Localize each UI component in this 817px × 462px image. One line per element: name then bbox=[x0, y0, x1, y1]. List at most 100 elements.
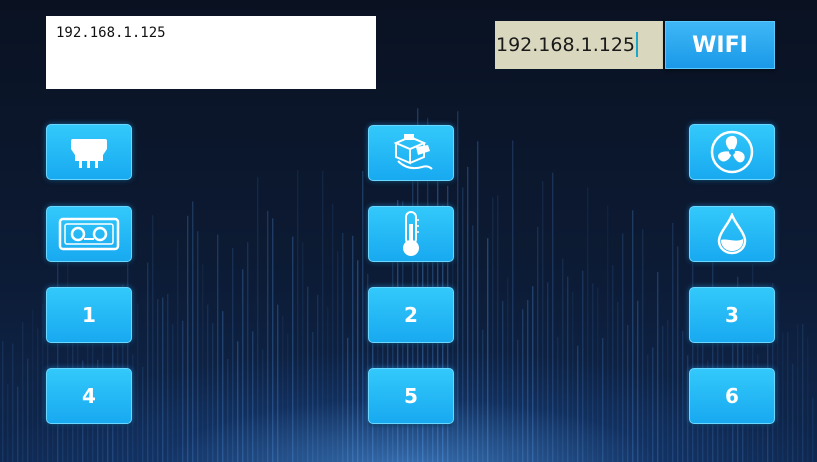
equalizer-bar bbox=[312, 331, 314, 462]
equalizer-bar bbox=[317, 294, 319, 462]
equalizer-bar bbox=[197, 231, 199, 462]
equalizer-bar bbox=[572, 291, 574, 462]
equalizer-bar bbox=[677, 246, 679, 462]
cassette-tape-icon bbox=[58, 217, 120, 251]
equalizer-bar bbox=[207, 304, 209, 462]
equalizer-bar bbox=[152, 215, 154, 462]
equalizer-bar bbox=[457, 111, 459, 462]
equalizer-bar bbox=[482, 329, 484, 462]
equalizer-bar bbox=[177, 240, 179, 462]
equalizer-bar bbox=[782, 332, 784, 462]
equalizer-bar bbox=[472, 225, 474, 462]
equalizer-bar bbox=[362, 171, 364, 462]
equalizer-bar bbox=[307, 286, 309, 462]
equalizer-bar bbox=[637, 300, 639, 462]
equalizer-bar bbox=[182, 320, 184, 462]
equalizer-bar bbox=[332, 203, 334, 462]
equalizer-bar bbox=[607, 205, 609, 462]
equalizer-bar bbox=[502, 301, 504, 462]
equalizer-bar bbox=[337, 251, 339, 462]
equalizer-bar bbox=[557, 337, 559, 462]
relay-button[interactable] bbox=[46, 124, 132, 180]
equalizer-bar bbox=[632, 210, 634, 462]
equalizer-bar bbox=[267, 210, 269, 462]
cassette-button[interactable] bbox=[46, 206, 132, 262]
equalizer-bar bbox=[532, 286, 534, 462]
equalizer-bar bbox=[217, 234, 219, 462]
equalizer-bar bbox=[132, 354, 134, 462]
power-plug-icon bbox=[69, 135, 109, 169]
button-1[interactable]: 1 bbox=[46, 287, 132, 343]
equalizer-bar bbox=[522, 309, 524, 462]
equalizer-bar bbox=[17, 386, 19, 462]
equalizer-bar bbox=[187, 215, 189, 462]
equalizer-bar bbox=[227, 358, 229, 462]
equalizer-bar bbox=[202, 264, 204, 462]
equalizer-bar bbox=[222, 311, 224, 462]
equalizer-bar bbox=[142, 367, 144, 462]
ip-address-display: 192.168.1.125 bbox=[46, 16, 376, 89]
equalizer-bar bbox=[452, 233, 454, 462]
equalizer-bar bbox=[787, 331, 789, 462]
equalizer-bar bbox=[777, 321, 779, 462]
equalizer-bar bbox=[2, 340, 4, 462]
equalizer-bar bbox=[352, 235, 354, 462]
button-4-label: 4 bbox=[82, 384, 96, 408]
equalizer-bar bbox=[212, 323, 214, 462]
equalizer-bar bbox=[7, 384, 9, 462]
equalizer-bar bbox=[587, 187, 589, 462]
equalizer-bar bbox=[812, 397, 814, 462]
equalizer-bar bbox=[582, 270, 584, 462]
servo-button[interactable] bbox=[368, 125, 454, 181]
equalizer-bar bbox=[192, 201, 194, 462]
equalizer-bar bbox=[672, 222, 674, 462]
button-6[interactable]: 6 bbox=[689, 368, 775, 424]
button-5[interactable]: 5 bbox=[368, 368, 454, 424]
equalizer-bar bbox=[232, 247, 234, 462]
equalizer-bar bbox=[512, 140, 514, 462]
water-drop-icon bbox=[716, 213, 748, 255]
equalizer-bar bbox=[167, 293, 169, 462]
equalizer-bar bbox=[802, 323, 804, 462]
equalizer-bar bbox=[552, 172, 554, 462]
thermometer-icon bbox=[399, 210, 423, 258]
equalizer-bar bbox=[37, 328, 39, 462]
button-4[interactable]: 4 bbox=[46, 368, 132, 424]
text-cursor bbox=[636, 32, 638, 57]
button-3[interactable]: 3 bbox=[689, 287, 775, 343]
humidity-button[interactable] bbox=[689, 206, 775, 262]
equalizer-bar bbox=[622, 233, 624, 462]
equalizer-bar bbox=[592, 283, 594, 462]
equalizer-bar bbox=[792, 363, 794, 462]
fan-button[interactable] bbox=[689, 124, 775, 180]
equalizer-bar bbox=[237, 341, 239, 462]
equalizer-bar bbox=[327, 306, 329, 462]
equalizer-bar bbox=[242, 269, 244, 462]
equalizer-bar bbox=[642, 229, 644, 462]
equalizer-bar bbox=[562, 258, 564, 462]
equalizer-bar bbox=[342, 232, 344, 462]
equalizer-bar bbox=[542, 181, 544, 462]
equalizer-bar bbox=[357, 260, 359, 462]
equalizer-bar bbox=[467, 166, 469, 462]
equalizer-bar bbox=[462, 187, 464, 462]
equalizer-bar bbox=[282, 316, 284, 462]
equalizer-bar bbox=[22, 322, 24, 462]
button-3-label: 3 bbox=[725, 303, 739, 327]
equalizer-bar bbox=[657, 271, 659, 462]
temperature-button[interactable] bbox=[368, 206, 454, 262]
button-2-label: 2 bbox=[404, 303, 418, 327]
equalizer-bar bbox=[247, 242, 249, 462]
equalizer-bar bbox=[597, 287, 599, 462]
equalizer-bar bbox=[662, 325, 664, 462]
equalizer-bar bbox=[252, 331, 254, 462]
equalizer-bar bbox=[147, 262, 149, 462]
equalizer-bar bbox=[477, 141, 479, 462]
equalizer-bar bbox=[492, 197, 494, 462]
button-5-label: 5 bbox=[404, 384, 418, 408]
equalizer-bar bbox=[567, 276, 569, 462]
button-2[interactable]: 2 bbox=[368, 287, 454, 343]
servo-motor-icon bbox=[388, 131, 434, 175]
equalizer-bar bbox=[612, 265, 614, 462]
wifi-button[interactable]: WIFI bbox=[665, 21, 775, 69]
